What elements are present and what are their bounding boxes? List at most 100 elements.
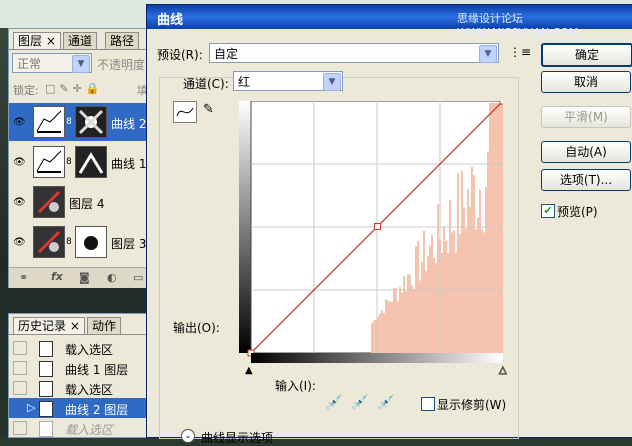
layer-name: 曲线 1 [111, 157, 147, 171]
history-item[interactable]: 曲线 1 图层 [9, 358, 149, 378]
chevron-down-icon: ▼ [323, 73, 341, 91]
link-icon[interactable]: ⚭ [19, 271, 28, 284]
auto-button[interactable]: 自动(A) [541, 141, 631, 163]
blend-mode-select[interactable]: 正常 ▼ [12, 53, 92, 73]
history-item[interactable]: 载入选区 [9, 418, 149, 438]
curves-adjustment-thumbnail [33, 146, 65, 178]
history-item[interactable]: 载入选区 [9, 378, 149, 398]
preset-value: 自定 [214, 47, 239, 61]
history-item-selected[interactable]: ▷ 曲线 2 图层 [9, 398, 149, 418]
snapshot-box[interactable] [13, 421, 27, 435]
curve-edit-tool[interactable] [173, 101, 197, 123]
tab-divider [9, 334, 149, 335]
layer-row-curves1[interactable]: 👁 8 曲线 1 [9, 143, 159, 181]
layer-row-layer4[interactable]: 👁 图层 4 [9, 183, 159, 221]
chain-link-icon: 8 [66, 117, 72, 127]
history-state-marker-icon: ▷ [27, 401, 36, 414]
curve-control-point[interactable] [373, 223, 381, 231]
history-label: 载入选区 [65, 383, 114, 397]
tab-channels[interactable]: 通道 [63, 32, 98, 49]
snapshot-box[interactable] [13, 381, 27, 395]
tab-paths[interactable]: 路径 [105, 32, 140, 49]
document-icon [39, 361, 53, 377]
layer-row-layer3[interactable]: 👁 8 图层 3 [9, 223, 159, 261]
options-button[interactable]: 选项(T)... [541, 169, 631, 191]
document-icon [39, 381, 53, 397]
curve-control-point[interactable] [499, 97, 507, 105]
smooth-button[interactable]: 平滑(M) [541, 106, 631, 128]
black-point-slider-icon[interactable]: ▲ [245, 365, 253, 376]
layer-name: 曲线 2 [111, 117, 147, 131]
history-item[interactable]: 载入选区 [9, 338, 149, 358]
curve-graph[interactable] [239, 97, 507, 363]
white-point-slider-icon[interactable]: △ [499, 365, 508, 377]
lock-label: 锁定: [13, 84, 39, 97]
layer-name: 图层 4 [69, 197, 105, 211]
ok-button[interactable]: 确定 [541, 43, 632, 67]
layer-row-curves2[interactable]: 👁 8 曲线 2 [9, 103, 159, 141]
blend-mode-value: 正常 [17, 57, 42, 71]
chain-link-icon: 8 [66, 237, 72, 247]
chevron-down-icon: ▼ [479, 45, 497, 63]
layers-panel: 图层 × 通道 路径 正常▼ 不透明度 锁定: □✎✛🔒 填充 👁 8 曲线 2… [8, 28, 160, 288]
folder-icon[interactable]: ▭ [133, 271, 143, 284]
eye-icon[interactable]: 👁 [13, 157, 27, 168]
chain-link-icon: 8 [66, 157, 72, 167]
curves-dialog: 曲线 思缘设计论坛 WWW.MISSYUAN.COM 预设(R): 自定 ▼ ⋮≡… [146, 4, 632, 445]
document-icon [39, 421, 53, 437]
channel-value: 红 [238, 75, 251, 89]
preset-label: 预设(R): [157, 48, 203, 62]
show-clipping-label: 显示修剪(W) [437, 398, 507, 412]
dialog-title: 曲线 [157, 13, 184, 28]
layer-mask-thumbnail [75, 226, 107, 258]
document-icon [39, 341, 53, 357]
lock-icons[interactable]: □✎✛🔒 [45, 82, 104, 95]
black-eyedropper-icon[interactable]: 💉 [325, 395, 342, 411]
snapshot-box[interactable] [13, 361, 27, 375]
history-label: 曲线 1 图层 [65, 363, 129, 377]
image-thumbnail [33, 226, 65, 258]
document-icon [39, 401, 53, 417]
history-panel: 历史记录 × 动作 载入选区 曲线 1 图层 载入选区 ▷ 曲线 2 图层 载入… [8, 313, 150, 438]
tab-actions[interactable]: 动作 [87, 317, 122, 334]
tab-divider [9, 49, 159, 50]
opacity-label: 不透明度 [97, 58, 146, 72]
pencil-icon[interactable]: ✎ [203, 102, 214, 117]
eye-icon[interactable]: 👁 [13, 197, 27, 208]
eye-icon[interactable]: 👁 [13, 237, 27, 248]
preset-select[interactable]: 自定 ▼ [209, 43, 499, 63]
cancel-button[interactable]: 取消 [541, 71, 631, 93]
preset-options-icon[interactable]: ⋮≡ [509, 45, 531, 59]
chevron-down-icon: ▼ [72, 55, 90, 73]
fx-icon[interactable]: fx [51, 270, 63, 283]
history-label: 载入选区 [65, 423, 114, 437]
tab-layers[interactable]: 图层 × [13, 32, 61, 49]
channel-select[interactable]: 红 ▼ [233, 71, 343, 91]
layer-name: 图层 3 [111, 237, 147, 251]
curve-tool-icon [176, 107, 194, 117]
white-eyedropper-icon[interactable]: 💉 [377, 395, 394, 411]
watermark: 思缘设计论坛 WWW.MISSYUAN.COM [457, 12, 579, 39]
snapshot-box[interactable] [13, 341, 27, 355]
history-label: 载入选区 [65, 343, 114, 357]
preview-label: 预览(P) [557, 205, 598, 219]
history-label: 曲线 2 图层 [65, 403, 129, 417]
channel-label: 通道(C): [183, 77, 229, 91]
layer-mask-thumbnail [75, 146, 107, 178]
image-thumbnail [33, 186, 65, 218]
adjustment-icon[interactable]: ◐ [107, 271, 117, 284]
tab-history[interactable]: 历史记录 × [13, 317, 85, 334]
layer-mask-thumbnail [75, 106, 107, 138]
input-label: 输入(I): [275, 379, 316, 393]
preview-checkbox[interactable]: ✔ [541, 204, 555, 218]
gray-eyedropper-icon[interactable]: 💉 [351, 395, 368, 411]
layers-footer: ⚭ fx ◙ ◐ ▭ [9, 267, 159, 288]
curves-adjustment-thumbnail [33, 106, 65, 138]
mask-icon[interactable]: ◙ [79, 271, 90, 284]
eye-icon[interactable]: 👁 [13, 117, 27, 128]
show-clipping-checkbox[interactable] [421, 397, 435, 411]
display-options-label: 曲线显示选项 [201, 431, 274, 445]
output-label: 输出(O): [173, 321, 220, 335]
title-bar[interactable]: 曲线 思缘设计论坛 WWW.MISSYUAN.COM [147, 5, 632, 39]
expand-chevron-icon[interactable]: ⌄ [181, 429, 195, 443]
